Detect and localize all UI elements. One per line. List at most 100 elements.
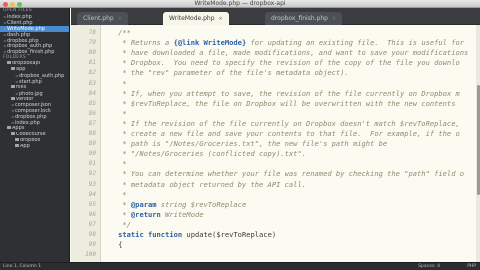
editor-scrollbar[interactable] [476, 25, 480, 262]
tab-bar: Client.php × WriteMode.php × dropbox_finish.… [71, 8, 480, 25]
code-token: * [101, 209, 131, 219]
code-line: { [101, 240, 122, 250]
sidebar-item-label: Apps [12, 126, 25, 132]
code-token: update($revToReplace) [182, 230, 277, 239]
code-token: * $revToReplace, the file on Dropbox wil… [101, 98, 456, 108]
line-number: 97 [88, 220, 96, 228]
code-token: * the "rev" parameter of the file's meta… [101, 68, 349, 78]
folder-icon [11, 131, 15, 135]
close-tab-icon[interactable]: × [332, 16, 336, 22]
code-token: string $revToReplace [156, 199, 247, 209]
code-token: @return [130, 209, 161, 219]
code-line: * [101, 109, 126, 119]
sidebar-item-label: vendor [16, 96, 34, 102]
code-token: { [101, 240, 123, 250]
status-bar: Line 1, Column 1 Spaces: 4 PHP [0, 262, 480, 270]
code-token: /** [101, 28, 131, 37]
code-token: */ [101, 219, 131, 229]
line-number: 100 [85, 251, 96, 259]
folder-icon [15, 143, 19, 147]
line-number: 95 [88, 200, 96, 208]
window-title: WriteMode.php — dropbox-api [194, 0, 286, 7]
code-token: * metadata object returned by the API ca… [101, 179, 306, 189]
line-number: 84 [88, 89, 96, 97]
line-number: 93 [88, 180, 96, 188]
code-token: * Dropbox. You need to specify the revis… [101, 58, 460, 68]
tab-label: dropbox_finish.php [271, 15, 328, 22]
sidebar-item-label: App [20, 143, 30, 149]
code-line: * @return WriteMode [101, 209, 203, 220]
code-line: static function update($revToReplace) [101, 230, 276, 240]
folder-icon [15, 137, 19, 141]
sidebar-item-label: dropbox [20, 137, 41, 143]
line-number: 89 [88, 140, 96, 148]
line-number: 90 [88, 150, 96, 158]
code-token: static function [118, 230, 183, 239]
sidebar-item-label: files [16, 84, 27, 90]
line-number: 94 [88, 190, 96, 198]
line-number: 98 [88, 231, 96, 238]
code-line: * Dropbox. You need to specify the revis… [101, 58, 460, 68]
code-token: {@link WriteMode} [173, 38, 247, 48]
indentation-setting[interactable]: Spaces: 4 [418, 263, 440, 270]
line-number: 79 [88, 39, 96, 47]
tab-0[interactable]: Client.php × [77, 12, 128, 25]
line-number: 96 [88, 210, 96, 218]
cursor-position: Line 1, Column 1 [3, 264, 42, 269]
code-editor[interactable]: /** * Returns a {@link WriteMode} for up… [101, 25, 476, 262]
code-line: * You can determine whether your file wa… [101, 169, 464, 179]
sidebar-item-label: dropbox_finish.php [7, 49, 55, 56]
scrollbar-thumb[interactable] [476, 85, 480, 195]
code-token: * [101, 78, 127, 88]
line-number-gutter: 78 79 80 81 82 83 84 85 86 87 88 89 90 91 92 93 94 95 96 97… [71, 25, 101, 262]
code-token: @param [130, 199, 157, 209]
line-number: 88 [88, 130, 96, 137]
sidebar-item-label: Codecourse [16, 131, 46, 137]
code-line: * [101, 189, 127, 200]
code-token: * [101, 199, 131, 209]
sidebar-item-label: dropboxapi [12, 61, 41, 67]
folder-icon [7, 126, 11, 130]
code-line: * @param string $revToReplace [101, 200, 246, 210]
code-line: * path is "/Notes/Groceries.txt", the ne… [101, 139, 387, 149]
tab-label: Client.php [83, 15, 114, 22]
code-token: * have downloaded a file, made modificat… [101, 48, 469, 58]
line-number: 87 [88, 119, 96, 127]
open-file-item[interactable]: ▫dropbox_finish.php [0, 49, 69, 55]
line-number: 99 [88, 241, 96, 249]
folder-tree-folder[interactable]: App [0, 143, 69, 150]
line-number: 81 [88, 59, 96, 67]
code-line: * If, when you attempt to save, the revi… [101, 89, 459, 99]
folder-icon [11, 84, 15, 88]
close-tab-icon[interactable]: × [219, 16, 223, 22]
line-number: 91 [88, 160, 96, 168]
sidebar-item-label: app [16, 67, 26, 73]
line-number: 92 [88, 170, 96, 178]
code-line: */ [101, 220, 131, 230]
title-bar: WriteMode.php — dropbox-api [0, 0, 480, 8]
folder-icon [11, 67, 15, 71]
line-number: 83 [88, 79, 96, 87]
code-token: for updating an existing file. This is u… [246, 38, 465, 48]
code-line: * [101, 159, 126, 169]
code-token: * create a new file and save your conten… [101, 129, 460, 138]
tab-1[interactable]: WriteMode.php × [163, 12, 229, 25]
code-token: * Returns a [101, 38, 174, 48]
syntax-mode[interactable]: PHP [467, 263, 476, 270]
code-line: * Returns a {@link WriteMode} for updati… [101, 38, 464, 48]
code-line: * create a new file and save your conten… [101, 129, 460, 139]
code-token: * If the revision of the file currently … [101, 118, 460, 128]
code-token: * [101, 189, 127, 199]
sidebar: OPEN FILES ▫index.php ▫Client.php ▫WriteMod… [0, 8, 70, 262]
code-line: * have downloaded a file, made modificat… [101, 48, 468, 58]
code-line: * If the revision of the file currently … [101, 118, 460, 129]
code-token: * You can determine whether your file wa… [101, 169, 465, 179]
folder-icon [7, 61, 11, 65]
close-tab-icon[interactable]: × [118, 16, 122, 22]
code-line: /** [101, 28, 131, 38]
code-token: * "/Notes/Groceries (conflicted copy).tx… [101, 149, 306, 159]
code-line: * [101, 78, 127, 89]
tab-2[interactable]: dropbox_finish.php × [265, 12, 343, 25]
tab-label: WriteMode.php [169, 15, 215, 22]
